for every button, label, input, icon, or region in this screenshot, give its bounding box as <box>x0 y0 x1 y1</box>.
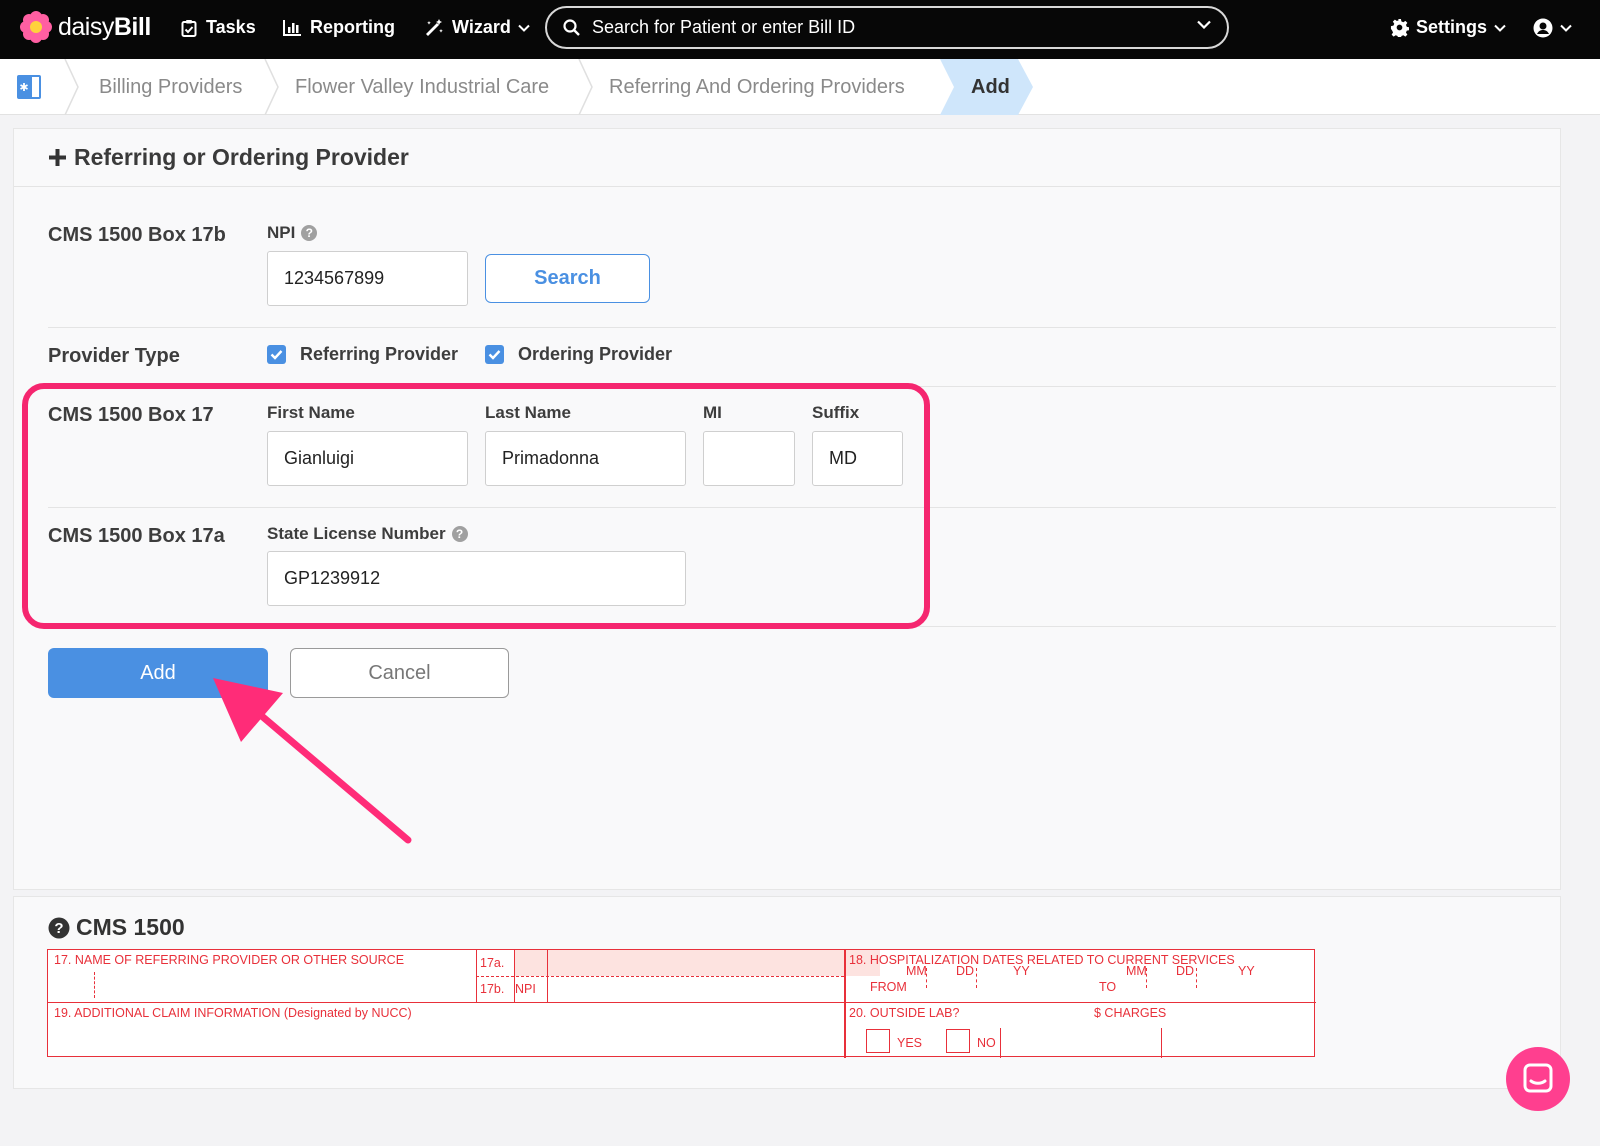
question-circle-icon: ? <box>48 917 70 939</box>
provider-card-icon[interactable] <box>16 74 42 100</box>
cms1500-title: CMS 1500 <box>76 914 185 941</box>
referring-provider-label[interactable]: Referring Provider <box>300 344 458 365</box>
from-mm: MM <box>906 964 927 978</box>
chevron-down-icon[interactable] <box>1197 20 1211 29</box>
patient-search-box[interactable]: Search for Patient or enter Bill ID <box>545 6 1229 49</box>
divider <box>48 327 1556 328</box>
from-label: FROM <box>870 980 907 994</box>
check-icon <box>485 345 504 364</box>
npi-input[interactable]: 1234567899 <box>267 251 468 306</box>
charges-label: $ CHARGES <box>1094 1006 1166 1020</box>
nav-tasks[interactable]: Tasks <box>181 0 256 55</box>
user-menu[interactable] <box>1533 0 1572 55</box>
svg-text:?: ? <box>54 920 63 937</box>
provider-type-label: Provider Type <box>48 345 180 368</box>
breadcrumb-separator <box>578 59 594 115</box>
breadcrumb: Billing Providers Flower Valley Industri… <box>0 59 1600 115</box>
chat-launcher[interactable] <box>1506 1047 1570 1111</box>
breadcrumb-billing-providers[interactable]: Billing Providers <box>99 59 242 115</box>
nav-settings[interactable]: Settings <box>1390 0 1506 55</box>
breadcrumb-referring-ordering[interactable]: Referring And Ordering Providers <box>609 59 905 115</box>
daisybill-logo[interactable]: daisyBill <box>20 10 151 44</box>
npi-label: NPI? <box>267 223 317 243</box>
box17b-form-label: 17b. <box>480 982 504 996</box>
daisy-icon <box>20 11 52 43</box>
brand-name: daisyBill <box>58 13 151 42</box>
breadcrumb-separator <box>264 59 280 115</box>
help-icon[interactable]: ? <box>301 225 317 241</box>
search-icon <box>563 19 580 36</box>
check-icon <box>267 345 286 364</box>
top-nav: daisyBill Tasks Reporting Wizard Search … <box>0 0 1600 59</box>
magic-wand-icon <box>425 18 444 37</box>
cms1500-header: ? CMS 1500 <box>48 914 185 941</box>
breadcrumb-add: Add <box>971 59 1010 115</box>
gear-icon <box>1390 18 1409 37</box>
from-dd: DD <box>956 964 974 978</box>
panel-title: Referring or Ordering Provider <box>74 144 409 171</box>
cms1500-form: 17. NAME OF REFERRING PROVIDER OR OTHER … <box>47 949 1315 1057</box>
from-yy: YY <box>1013 964 1030 978</box>
box17-form-label: 17. NAME OF REFERRING PROVIDER OR OTHER … <box>54 953 404 967</box>
box17a-form-label: 17a. <box>480 956 504 970</box>
chevron-down-icon <box>1494 24 1506 32</box>
outside-lab-no-box <box>946 1029 970 1053</box>
plus-icon <box>48 148 67 167</box>
search-placeholder: Search for Patient or enter Bill ID <box>592 17 855 38</box>
nav-settings-label: Settings <box>1416 17 1487 38</box>
nav-wizard-label: Wizard <box>452 17 511 38</box>
nav-reporting[interactable]: Reporting <box>283 0 395 55</box>
box17a-label-shaded <box>514 950 547 976</box>
to-label: TO <box>1099 980 1116 994</box>
to-dd: DD <box>1176 964 1194 978</box>
box17a-shaded <box>547 950 880 976</box>
no-label: NO <box>977 1036 996 1050</box>
box19-form-label: 19. ADDITIONAL CLAIM INFORMATION (Design… <box>54 1006 412 1020</box>
referring-provider-checkbox[interactable] <box>267 345 286 364</box>
user-avatar-icon <box>1533 18 1553 38</box>
breadcrumb-separator <box>64 59 80 115</box>
breadcrumb-flower-valley[interactable]: Flower Valley Industrial Care <box>295 59 549 115</box>
chevron-down-icon <box>518 24 530 32</box>
ordering-provider-checkbox[interactable] <box>485 345 504 364</box>
yes-label: YES <box>897 1036 922 1050</box>
box20-form-label: 20. OUTSIDE LAB? <box>849 1006 959 1020</box>
chevron-down-icon <box>1560 24 1572 32</box>
nav-tasks-label: Tasks <box>206 17 256 38</box>
panel-header: Referring or Ordering Provider <box>14 129 1560 187</box>
bar-chart-icon <box>283 19 302 36</box>
npi-form-label: NPI <box>515 982 536 996</box>
clipboard-check-icon <box>181 19 197 37</box>
box17b-label: CMS 1500 Box 17b <box>48 224 226 247</box>
arrow-annotation <box>205 670 425 850</box>
to-mm: MM <box>1126 964 1147 978</box>
to-yy: YY <box>1238 964 1255 978</box>
highlight-annotation <box>22 383 930 629</box>
nav-reporting-label: Reporting <box>310 17 395 38</box>
ordering-provider-label[interactable]: Ordering Provider <box>518 344 672 365</box>
outside-lab-yes-box <box>866 1029 890 1053</box>
npi-search-button[interactable]: Search <box>485 254 650 303</box>
chat-icon <box>1506 1047 1570 1111</box>
nav-wizard[interactable]: Wizard <box>425 0 530 55</box>
